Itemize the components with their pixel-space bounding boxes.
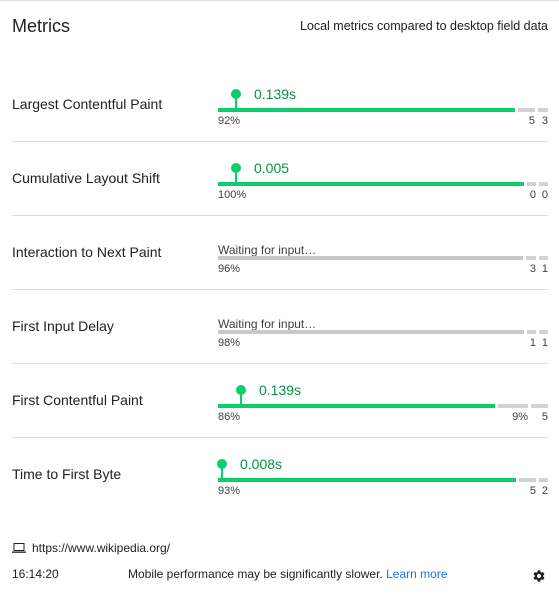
metric-name: First Input Delay [12, 318, 114, 334]
metric-name: First Contentful Paint [12, 392, 143, 408]
distribution-label: 1 [529, 337, 536, 349]
mobile-note: Mobile performance may be significantly … [128, 567, 448, 581]
metrics-list: Largest Contentful Paint 0.139s 92% 5 3 Cumul… [12, 68, 548, 512]
metric-name: Largest Contentful Paint [12, 96, 163, 112]
distribution-bar [218, 404, 548, 408]
metric-distribution: Waiting for input… 98% 1 1 [218, 290, 548, 364]
metric-name: Cumulative Layout Shift [12, 170, 160, 186]
distribution-bar [218, 256, 548, 260]
distribution-label: 98% [218, 337, 241, 349]
needs-improvement-segment [527, 330, 536, 334]
metrics-header: Metrics Local metrics compared to deskto… [12, 16, 548, 40]
needs-improvement-segment [518, 108, 535, 112]
distribution-label: 3 [529, 263, 536, 275]
distribution-label: 0 [541, 189, 548, 201]
good-segment [218, 256, 523, 260]
distribution-label: 1 [541, 263, 548, 275]
distribution-label: 0 [529, 189, 536, 201]
metric-row: First Contentful Paint 0.139s 86% 9% 5 [12, 364, 548, 438]
waiting-text: Waiting for input… [218, 317, 317, 331]
metric-distribution: Waiting for input… 96% 3 1 [218, 216, 548, 290]
poor-segment [539, 256, 548, 260]
distribution-bar [218, 182, 548, 186]
metric-value: 0.008s [240, 456, 283, 472]
poor-segment [539, 182, 548, 186]
poor-segment [531, 404, 548, 408]
metric-row: Cumulative Layout Shift 0.005 100% 0 0 [12, 142, 548, 216]
metric-value: 0.139s [259, 382, 302, 398]
distribution-label: 3 [541, 115, 548, 127]
good-segment [218, 404, 495, 408]
needs-improvement-segment [527, 182, 536, 186]
distribution-label: 1 [541, 337, 548, 349]
metric-distribution: 0.008s 93% 5 2 [217, 438, 548, 512]
page-title: Metrics [12, 16, 70, 36]
distribution-bar [218, 330, 548, 334]
good-segment [218, 478, 516, 482]
needs-improvement-segment [498, 404, 528, 408]
metric-row: Time to First Byte 0.008s 93% 5 2 [12, 438, 548, 512]
good-segment [218, 330, 524, 334]
distribution-label: 5 [541, 411, 548, 423]
distribution-label: 92% [218, 115, 241, 127]
distribution-bar [218, 478, 548, 482]
metric-distribution: 0.139s 86% 9% 5 [218, 364, 548, 438]
mobile-note-text: Mobile performance may be significantly … [128, 567, 383, 581]
poor-segment [539, 330, 548, 334]
needs-improvement-segment [519, 478, 536, 482]
distribution-label: 93% [218, 485, 241, 497]
metric-row: First Input Delay Waiting for input… 98% 1 1 [12, 290, 548, 364]
url-text: https://www.wikipedia.org/ [32, 541, 171, 555]
distribution-label: 96% [218, 263, 241, 275]
page-subtitle: Local metrics compared to desktop field … [299, 19, 548, 33]
footer-status: 16:14:20 Mobile performance may be signi… [12, 566, 548, 584]
waiting-text: Waiting for input… [218, 243, 317, 257]
distribution-label: 86% [218, 411, 241, 423]
needs-improvement-segment [526, 256, 536, 260]
metric-value: 0.139s [254, 86, 297, 102]
metric-name: Time to First Byte [12, 466, 122, 482]
distribution-label: 100% [218, 189, 247, 201]
metric-value: 0.005 [254, 160, 290, 176]
distribution-label: 5 [528, 115, 535, 127]
capture-time: 16:14:20 [12, 567, 59, 581]
metric-row: Largest Contentful Paint 0.139s 92% 5 3 [12, 68, 548, 142]
good-segment [218, 108, 515, 112]
metric-distribution: 0.139s 92% 5 3 [218, 68, 548, 142]
gear-icon[interactable] [532, 569, 546, 583]
page-url: https://www.wikipedia.org/ [12, 541, 170, 555]
metric-name: Interaction to Next Paint [12, 244, 162, 260]
poor-segment [538, 108, 548, 112]
top-border [0, 0, 559, 1]
laptop-icon [12, 543, 26, 553]
metric-row: Interaction to Next Paint Waiting for inp… [12, 216, 548, 290]
distribution-label: 2 [541, 485, 548, 497]
learn-more-link[interactable]: Learn more [386, 567, 447, 581]
distribution-bar [218, 108, 548, 112]
good-segment [218, 182, 524, 186]
metric-distribution: 0.005 100% 0 0 [218, 142, 548, 216]
distribution-label: 5 [529, 485, 536, 497]
poor-segment [539, 478, 548, 482]
distribution-label: 9% [512, 411, 528, 423]
